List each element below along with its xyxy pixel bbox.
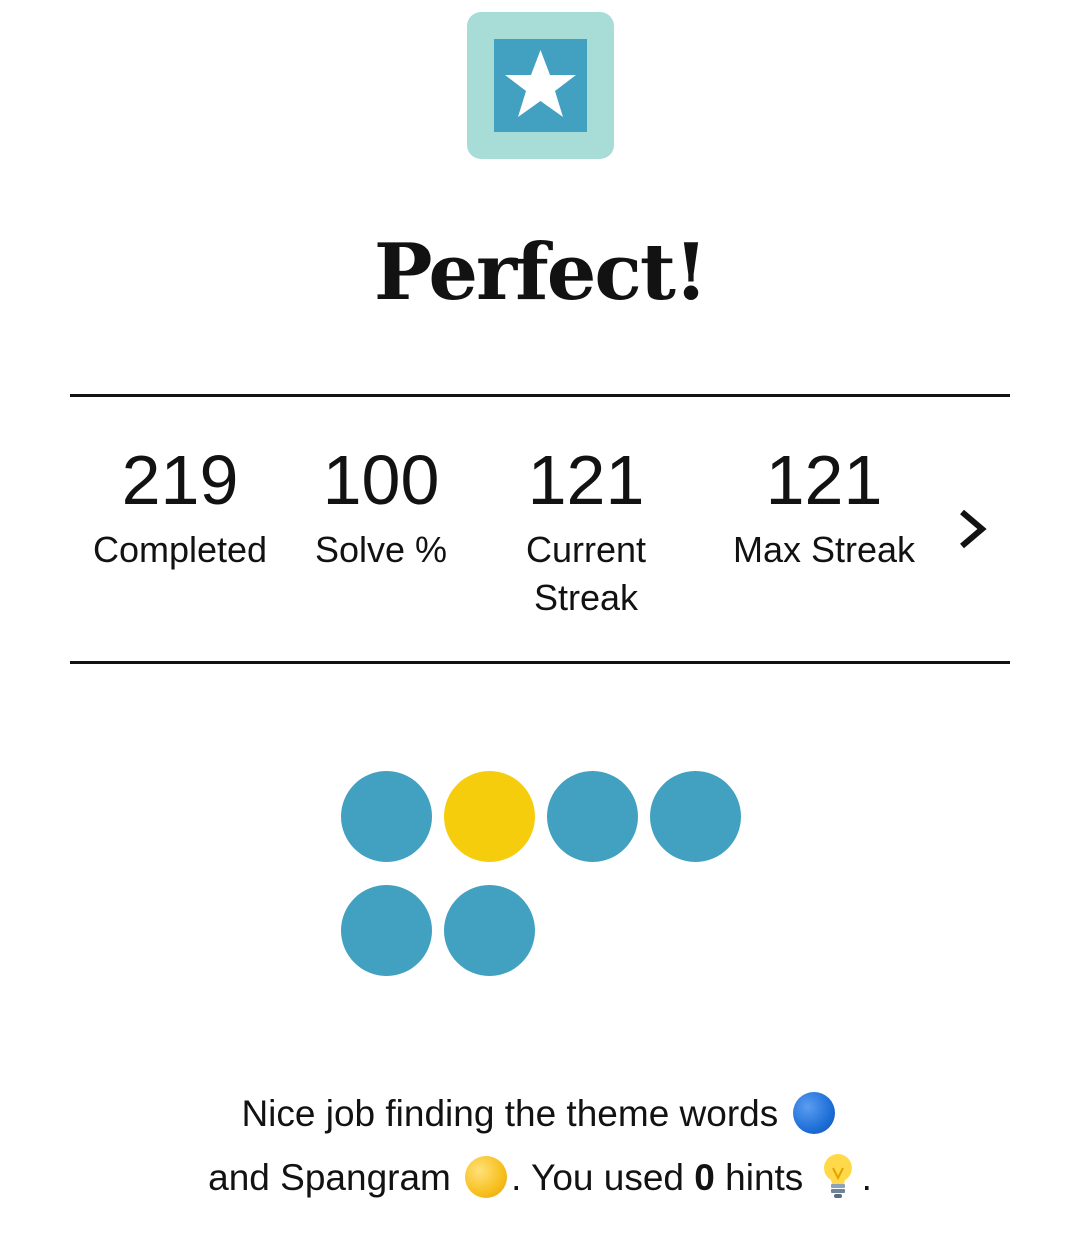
theme-word-dot (444, 885, 535, 976)
page-title: Perfect! (373, 227, 708, 318)
stat-max-streak-label: Max Streak (732, 529, 916, 570)
message-part2: and Spangram (208, 1157, 451, 1198)
stat-completed: 219 Completed (80, 440, 280, 574)
theme-word-dot (650, 771, 741, 862)
message-part4: hints (725, 1157, 804, 1198)
stat-solve-value: 100 (322, 441, 440, 519)
star-icon (505, 50, 576, 117)
stat-completed-value: 219 (121, 441, 239, 519)
lightbulb-icon (820, 1152, 856, 1200)
stat-current-streak-label: Current Streak (496, 526, 676, 622)
theme-word-dot (547, 771, 638, 862)
stat-current-streak-label-line1: Current (525, 529, 647, 570)
stats-divider-bottom (70, 661, 1010, 664)
chevron-right-icon (960, 509, 987, 549)
theme-word-dot (341, 885, 432, 976)
next-stats-button[interactable] (952, 504, 992, 554)
stat-current-streak-value: 121 (527, 441, 645, 519)
stat-solve-label: Solve % (314, 529, 448, 570)
star-badge (467, 12, 614, 159)
stats-divider-top (70, 394, 1010, 397)
star-badge-inner (494, 39, 587, 132)
stat-max-streak-value: 121 (765, 441, 883, 519)
message-part1: Nice job finding the theme words (241, 1093, 779, 1134)
blue-circle-icon (792, 1092, 835, 1134)
stat-solve-percent: 100 Solve % (296, 440, 466, 574)
theme-word-dot (341, 771, 432, 862)
hints-count: 0 (694, 1157, 715, 1198)
stat-max-streak: 121 Max Streak (712, 440, 936, 574)
message-part3: . You used (511, 1157, 684, 1198)
stat-completed-label: Completed (92, 529, 268, 570)
yellow-circle-icon (465, 1156, 508, 1198)
spangram-dot (444, 771, 535, 862)
stat-current-streak: 121 Current Streak (496, 440, 676, 622)
message-part5: . (861, 1157, 872, 1198)
stat-current-streak-label-line2: Streak (533, 577, 639, 618)
result-message: Nice job finding the theme words and Spa… (0, 1082, 1080, 1210)
